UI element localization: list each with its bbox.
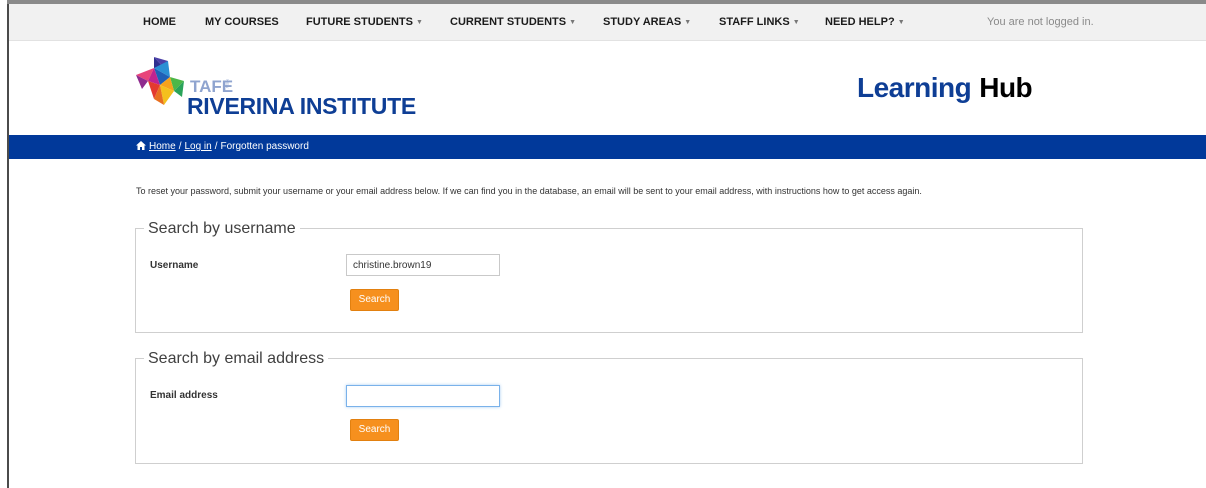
chevron-down-icon: ▼ [415, 19, 423, 26]
logo-text-institute: RIVERINA INSTITUTE [187, 93, 416, 119]
instructions-text: To reset your password, submit your user… [136, 186, 922, 196]
nav-my-courses-label: MY COURSES [205, 16, 279, 28]
breadcrumb: Home / Log in / Forgotten password [136, 135, 309, 159]
breadcrumb-home-link[interactable]: Home [149, 141, 176, 152]
username-fieldset-legend: Search by username [144, 219, 300, 239]
search-username-button[interactable]: Search [350, 289, 399, 311]
nav-study-areas-label: STUDY AREAS [603, 16, 682, 28]
tafe-logo-icon[interactable] [134, 55, 186, 111]
nav-future-students[interactable]: FUTURE STUDENTS ▼ [306, 4, 423, 40]
nav-future-students-label: FUTURE STUDENTS [306, 16, 413, 28]
breadcrumb-current: Forgotten password [220, 141, 309, 152]
nav-staff-links[interactable]: STAFF LINKS ▼ [719, 4, 800, 40]
chevron-down-icon: ▼ [569, 19, 577, 26]
chevron-down-icon: ▼ [897, 19, 905, 26]
nav-my-courses[interactable]: MY COURSES [205, 4, 279, 40]
logo-text-nsw: NSW [225, 79, 230, 89]
chevron-down-icon: ▼ [684, 19, 692, 26]
username-input[interactable] [346, 254, 500, 276]
nav-need-help[interactable]: NEED HELP? ▼ [825, 4, 905, 40]
home-icon [136, 141, 146, 150]
breadcrumb-separator: / [214, 141, 218, 152]
email-label: Email address [150, 390, 218, 401]
nav-current-students-label: CURRENT STUDENTS [450, 16, 567, 28]
window-left-border [7, 0, 9, 488]
nav-staff-links-label: STAFF LINKS [719, 16, 790, 28]
site-title-part-1: Learning [857, 72, 972, 103]
chevron-down-icon: ▼ [792, 19, 800, 26]
username-label: Username [150, 260, 199, 271]
site-title: Learning Hub [857, 72, 1033, 104]
nav-need-help-label: NEED HELP? [825, 16, 895, 28]
breadcrumb-bar: Home / Log in / Forgotten password [9, 135, 1206, 159]
username-fieldset: Search by username Username Search [135, 219, 1083, 333]
top-navigation: HOME MY COURSES FUTURE STUDENTS ▼ CURRENT… [9, 4, 1206, 41]
breadcrumb-login-link[interactable]: Log in [184, 141, 211, 152]
email-fieldset: Search by email address Email address Se… [135, 349, 1083, 464]
breadcrumb-separator: / [178, 141, 182, 152]
login-status: You are not logged in. [987, 16, 1094, 28]
nav-current-students[interactable]: CURRENT STUDENTS ▼ [450, 4, 576, 40]
email-fieldset-legend: Search by email address [144, 349, 329, 369]
site-title-part-2: Hub [979, 72, 1033, 103]
email-input[interactable] [346, 385, 500, 407]
nav-study-areas[interactable]: STUDY AREAS ▼ [603, 4, 691, 40]
search-email-button[interactable]: Search [350, 419, 399, 441]
nav-home-label: HOME [143, 16, 176, 28]
nav-home[interactable]: HOME [143, 4, 176, 40]
